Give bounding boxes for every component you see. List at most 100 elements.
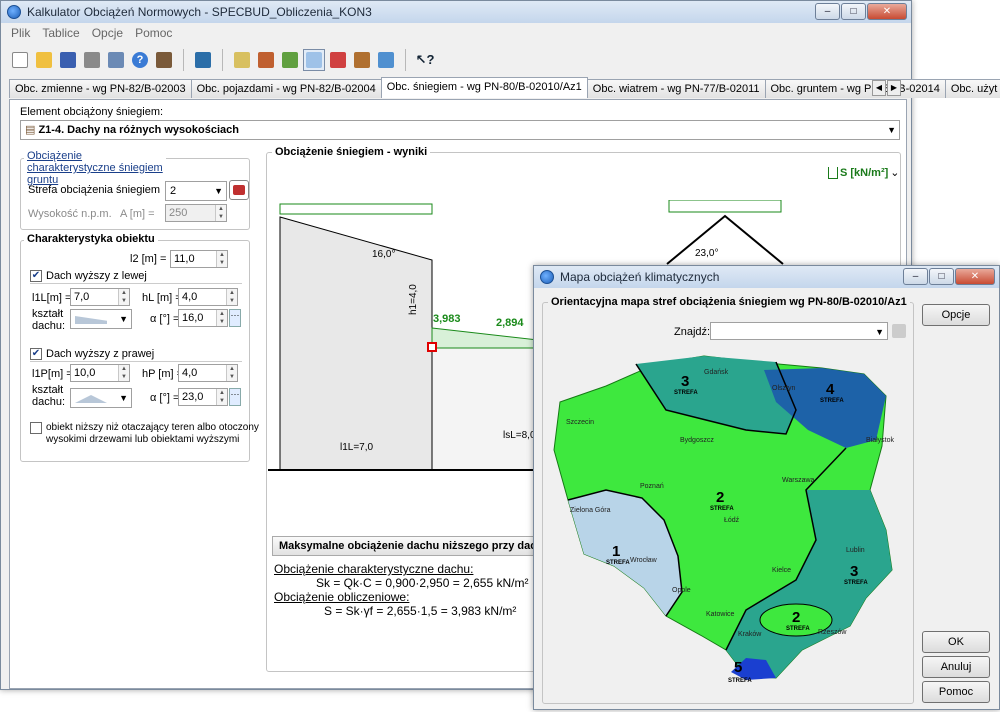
tab-obc-uzyt[interactable]: Obc. użyt bbox=[944, 79, 1000, 98]
cancel-button[interactable]: Anuluj bbox=[922, 656, 990, 678]
zone-label-5: 5 bbox=[734, 659, 742, 676]
gable-roof-icon bbox=[75, 395, 107, 403]
element-select[interactable]: ▤ Z1-4. Dachy na różnych wysokościach ▼ bbox=[20, 120, 900, 140]
city-rzeszow[interactable]: Rzeszów bbox=[818, 629, 847, 636]
selection-marker[interactable] bbox=[427, 342, 437, 352]
help-button[interactable]: Pomoc bbox=[922, 681, 990, 703]
load-wind-icon[interactable] bbox=[327, 49, 349, 71]
left-roof-checkbox[interactable]: ✔ bbox=[30, 270, 42, 282]
zone-select[interactable]: 2 ▼ bbox=[165, 181, 227, 201]
city-katowice[interactable]: Katowice bbox=[706, 611, 735, 618]
maximize-icon[interactable]: □ bbox=[841, 3, 866, 20]
shape-label-1: kształt bbox=[32, 308, 64, 320]
load-people-icon[interactable] bbox=[279, 49, 301, 71]
hP-value: 4,0 bbox=[182, 367, 198, 379]
load-use-icon[interactable] bbox=[375, 49, 397, 71]
l1P-input[interactable]: 10,0 ▲ ▼ bbox=[70, 364, 130, 382]
alphaP-input[interactable]: 23,0 ▲ ▼ bbox=[178, 388, 228, 406]
snow-ground-title[interactable]: Obciążenie charakterystyczne śniegiem gr… bbox=[24, 150, 166, 186]
find-locate-icon[interactable] bbox=[892, 324, 906, 338]
unit-selector[interactable]: S [kN/m²] ⌄ bbox=[828, 166, 900, 179]
city-kielce[interactable]: Kielce bbox=[772, 567, 791, 574]
left-roof-shape-select[interactable]: ▼ bbox=[70, 309, 132, 329]
new-file-icon[interactable] bbox=[9, 49, 31, 71]
tab-obc-zmienne[interactable]: Obc. zmienne - wg PN-82/B-02003 bbox=[9, 79, 192, 98]
find-combo[interactable]: ▼ bbox=[710, 322, 888, 340]
load-ground-icon[interactable] bbox=[351, 49, 373, 71]
height-input[interactable]: 250 ▲ ▼ bbox=[165, 204, 227, 222]
hP-input[interactable]: 4,0 ▲ ▼ bbox=[178, 364, 238, 382]
zone-label-2: 2 bbox=[716, 489, 724, 506]
right-roof-shape-select[interactable]: ▼ bbox=[70, 388, 132, 408]
help-icon[interactable]: ? bbox=[129, 49, 151, 71]
spin-icon[interactable]: ▲ ▼ bbox=[215, 205, 226, 221]
shape-label-2: dachu: bbox=[32, 320, 66, 332]
menu-opcje[interactable]: Opcje bbox=[92, 26, 123, 40]
load-variable-icon[interactable] bbox=[231, 49, 253, 71]
dialog-title: Mapa obciążeń klimatycznych bbox=[560, 270, 720, 284]
city-zielona-gora[interactable]: Zielona Góra bbox=[570, 507, 611, 514]
city-warszawa[interactable]: Warszawa bbox=[782, 477, 815, 484]
tab-obc-wiatrem[interactable]: Obc. wiatrem - wg PN-77/B-02011 bbox=[586, 79, 766, 98]
spin-icon[interactable]: ▲ ▼ bbox=[216, 389, 227, 405]
city-opole[interactable]: Opole bbox=[672, 587, 691, 594]
height-unit: A [m] = bbox=[120, 208, 155, 220]
divider bbox=[30, 283, 242, 284]
exit-icon[interactable] bbox=[153, 49, 175, 71]
city-wroclaw[interactable]: Wrocław bbox=[630, 557, 658, 564]
alphaL-input[interactable]: 16,0 ▲ ▼ bbox=[178, 309, 228, 327]
city-lublin[interactable]: Lublin bbox=[846, 547, 865, 554]
close-icon[interactable]: ✕ bbox=[955, 268, 995, 285]
city-lodz[interactable]: Łódź bbox=[724, 517, 740, 524]
more-icon[interactable]: ··· bbox=[229, 388, 241, 406]
calc-icon[interactable] bbox=[192, 49, 214, 71]
spin-icon[interactable]: ▲ ▼ bbox=[216, 310, 227, 326]
spin-icon[interactable]: ▲ ▼ bbox=[118, 365, 129, 381]
spin-icon[interactable]: ▲ ▼ bbox=[216, 251, 227, 267]
close-icon[interactable]: ✕ bbox=[867, 3, 907, 20]
tab-scroll-left-icon[interactable]: ◀ bbox=[872, 80, 886, 96]
open-folder-icon[interactable] bbox=[33, 49, 55, 71]
city-bialystok[interactable]: Białystok bbox=[866, 437, 895, 444]
city-olsztyn[interactable]: Olsztyn bbox=[772, 385, 795, 392]
load-vehicle-icon[interactable] bbox=[255, 49, 277, 71]
l2-label: l2 [m] = bbox=[130, 253, 167, 265]
tab-obc-pojazdami[interactable]: Obc. pojazdami - wg PN-82/B-02004 bbox=[190, 79, 382, 98]
whats-this-icon[interactable]: ↖? bbox=[414, 49, 436, 71]
snow-load-right bbox=[668, 200, 782, 213]
options-button[interactable]: Opcje bbox=[922, 304, 990, 326]
tab-scroll-right-icon[interactable]: ▶ bbox=[887, 80, 901, 96]
city-poznan[interactable]: Poznań bbox=[640, 483, 664, 490]
minimize-icon[interactable]: – bbox=[903, 268, 928, 285]
ok-button[interactable]: OK bbox=[922, 631, 990, 653]
l1L-input[interactable]: 7,0 ▲ ▼ bbox=[70, 288, 130, 306]
city-szczecin[interactable]: Szczecin bbox=[566, 419, 594, 426]
tab-obc-sniegiem[interactable]: Obc. śniegiem - wg PN-80/B-02010/Az1 bbox=[380, 77, 588, 98]
load-snow-icon[interactable] bbox=[303, 49, 325, 71]
menu-plik[interactable]: Plik bbox=[11, 26, 30, 40]
map-icon[interactable] bbox=[229, 180, 249, 200]
building-lower bbox=[431, 347, 538, 471]
spin-icon[interactable]: ▲ ▼ bbox=[226, 289, 237, 305]
l2-input[interactable]: 11,0 ▲ ▼ bbox=[170, 250, 228, 268]
menu-tablice[interactable]: Tablice bbox=[42, 26, 79, 40]
lower-object-checkbox[interactable] bbox=[30, 422, 42, 434]
right-roof-checkbox[interactable]: ✔ bbox=[30, 348, 42, 360]
print-preview-icon[interactable] bbox=[105, 49, 127, 71]
dialog-titlebar[interactable]: Mapa obciążeń klimatycznych – □ ✕ bbox=[534, 266, 999, 288]
menu-pomoc[interactable]: Pomoc bbox=[135, 26, 172, 40]
maximize-icon[interactable]: □ bbox=[929, 268, 954, 285]
city-gdansk[interactable]: Gdańsk bbox=[704, 369, 729, 376]
print-icon[interactable] bbox=[81, 49, 103, 71]
city-krakow[interactable]: Kraków bbox=[738, 631, 762, 638]
spin-icon[interactable]: ▲ ▼ bbox=[118, 289, 129, 305]
spin-icon[interactable]: ▲ ▼ bbox=[226, 365, 237, 381]
main-titlebar[interactable]: Kalkulator Obciążeń Normowych - SPECBUD_… bbox=[1, 1, 911, 23]
minimize-icon[interactable]: – bbox=[815, 3, 840, 20]
save-icon[interactable] bbox=[57, 49, 79, 71]
city-bydgoszcz[interactable]: Bydgoszcz bbox=[680, 437, 714, 444]
more-icon[interactable]: ··· bbox=[229, 309, 241, 327]
tab-obc-gruntem[interactable]: Obc. gruntem - wg PN-88/B-02014 bbox=[764, 79, 946, 98]
hL-input[interactable]: 4,0 ▲ ▼ bbox=[178, 288, 238, 306]
chevron-down-icon: ▼ bbox=[214, 186, 223, 196]
